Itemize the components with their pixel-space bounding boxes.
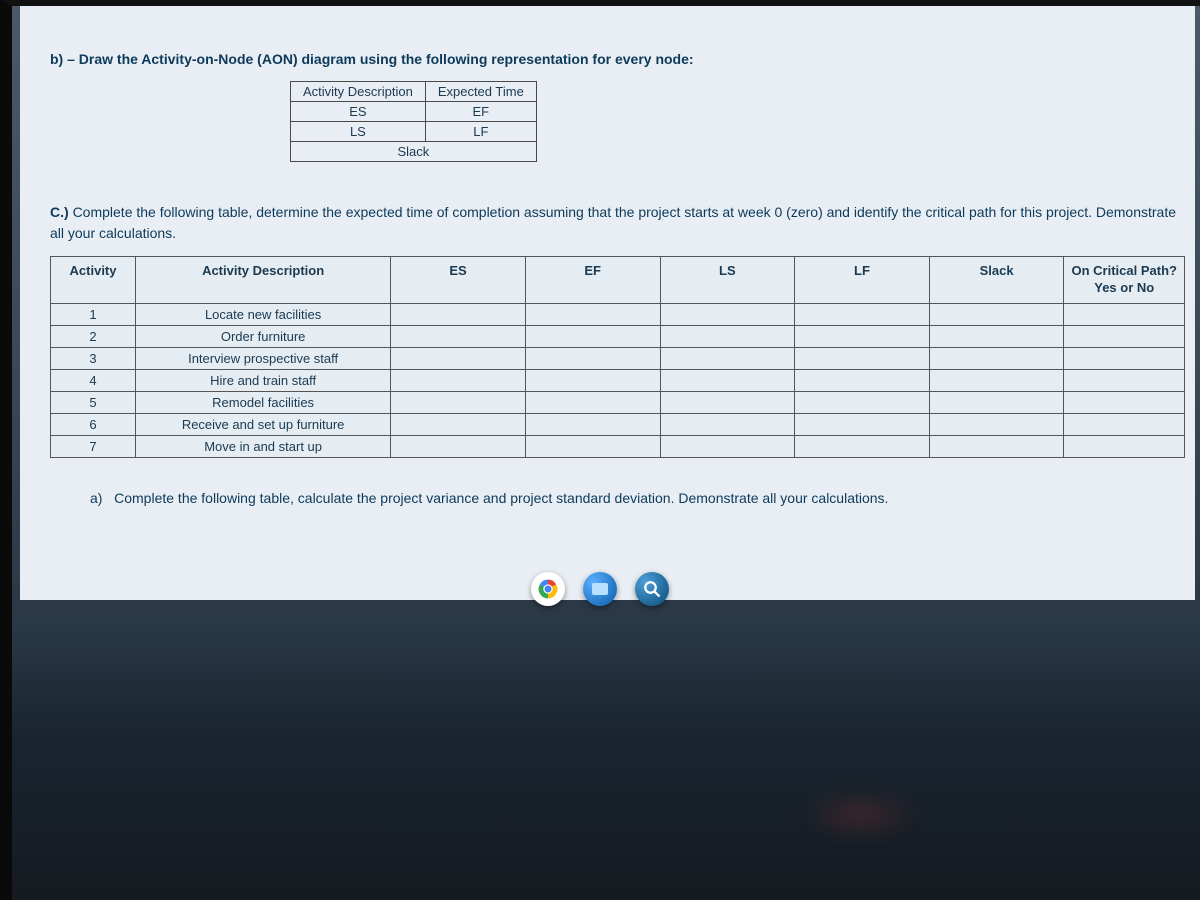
section-c-text: Complete the following table, determine … — [50, 204, 1176, 241]
cell-slack — [929, 325, 1064, 347]
cell-slack — [929, 347, 1064, 369]
legend-ls: LS — [291, 122, 426, 142]
cell-ls — [660, 303, 795, 325]
cell-ls — [660, 435, 795, 457]
cell-activity-desc: Interview prospective staff — [136, 347, 391, 369]
cell-slack — [929, 413, 1064, 435]
th-ls: LS — [660, 257, 795, 304]
section-b-heading: b) – Draw the Activity-on-Node (AON) dia… — [50, 51, 1185, 67]
section-c-label: C.) — [50, 204, 69, 220]
cell-activity-desc: Hire and train staff — [136, 369, 391, 391]
chrome-icon[interactable] — [531, 572, 565, 606]
section-a-label: a) — [90, 490, 102, 506]
table-row: 1Locate new facilities — [51, 303, 1185, 325]
cell-activity-num: 1 — [51, 303, 136, 325]
cell-ef — [525, 391, 660, 413]
cell-activity-num: 4 — [51, 369, 136, 391]
cell-lf — [795, 413, 930, 435]
cell-ef — [525, 303, 660, 325]
legend-ef: EF — [425, 102, 536, 122]
table-row: 7Move in and start up — [51, 435, 1185, 457]
section-a-text: Complete the following table, calculate … — [114, 490, 888, 506]
cell-es — [391, 391, 526, 413]
cell-ef — [525, 413, 660, 435]
cell-activity-num: 6 — [51, 413, 136, 435]
cell-slack — [929, 391, 1064, 413]
cell-es — [391, 325, 526, 347]
table-row: 5Remodel facilities — [51, 391, 1185, 413]
cell-activity-num: 5 — [51, 391, 136, 413]
cell-activity-desc: Locate new facilities — [136, 303, 391, 325]
cell-ls — [660, 347, 795, 369]
cell-lf — [795, 391, 930, 413]
legend-slack: Slack — [291, 142, 537, 162]
cell-es — [391, 435, 526, 457]
cell-ef — [525, 435, 660, 457]
section-c-heading: C.) Complete the following table, determ… — [50, 202, 1185, 244]
cell-ef — [525, 325, 660, 347]
search-icon[interactable] — [635, 572, 669, 606]
cell-es — [391, 369, 526, 391]
below-screen-area — [0, 620, 1200, 900]
cell-lf — [795, 435, 930, 457]
node-legend-table: Activity Description Expected Time ES EF… — [290, 81, 537, 162]
cell-slack — [929, 369, 1064, 391]
table-row: 6Receive and set up furniture — [51, 413, 1185, 435]
legend-activity-desc: Activity Description — [291, 82, 426, 102]
cell-activity-num: 7 — [51, 435, 136, 457]
th-ef: EF — [525, 257, 660, 304]
th-slack: Slack — [929, 257, 1064, 304]
cell-activity-desc: Remodel facilities — [136, 391, 391, 413]
cell-critical — [1064, 369, 1185, 391]
cell-lf — [795, 303, 930, 325]
cell-ef — [525, 369, 660, 391]
th-es: ES — [391, 257, 526, 304]
reflection-glow — [800, 790, 920, 840]
section-b-label: b) — [50, 51, 63, 67]
table-row: 2Order furniture — [51, 325, 1185, 347]
files-icon[interactable] — [583, 572, 617, 606]
taskbar — [517, 566, 683, 612]
cell-critical — [1064, 325, 1185, 347]
legend-lf: LF — [425, 122, 536, 142]
cell-es — [391, 413, 526, 435]
cell-critical — [1064, 435, 1185, 457]
cell-slack — [929, 303, 1064, 325]
cell-activity-num: 2 — [51, 325, 136, 347]
cell-ls — [660, 325, 795, 347]
cell-slack — [929, 435, 1064, 457]
table-row: 4Hire and train staff — [51, 369, 1185, 391]
cell-activity-desc: Move in and start up — [136, 435, 391, 457]
cell-activity-num: 3 — [51, 347, 136, 369]
table-row: 3Interview prospective staff — [51, 347, 1185, 369]
cell-critical — [1064, 413, 1185, 435]
activity-table: Activity Activity Description ES EF LS L… — [50, 256, 1185, 458]
th-lf: LF — [795, 257, 930, 304]
th-activity: Activity — [51, 257, 136, 304]
cell-es — [391, 303, 526, 325]
document-page: b) – Draw the Activity-on-Node (AON) dia… — [20, 0, 1195, 600]
cell-ls — [660, 369, 795, 391]
cell-ls — [660, 391, 795, 413]
cell-critical — [1064, 303, 1185, 325]
legend-es: ES — [291, 102, 426, 122]
th-description: Activity Description — [136, 257, 391, 304]
cell-lf — [795, 347, 930, 369]
cell-ef — [525, 347, 660, 369]
cell-activity-desc: Receive and set up furniture — [136, 413, 391, 435]
legend-expected-time: Expected Time — [425, 82, 536, 102]
cell-lf — [795, 325, 930, 347]
cell-activity-desc: Order furniture — [136, 325, 391, 347]
cell-lf — [795, 369, 930, 391]
th-critical: On Critical Path? Yes or No — [1064, 257, 1185, 304]
cell-es — [391, 347, 526, 369]
document-content: b) – Draw the Activity-on-Node (AON) dia… — [20, 21, 1195, 519]
cell-critical — [1064, 391, 1185, 413]
section-a-heading: a) Complete the following table, calcula… — [90, 488, 1185, 509]
section-b-text: – Draw the Activity-on-Node (AON) diagra… — [67, 51, 693, 67]
cell-critical — [1064, 347, 1185, 369]
cell-ls — [660, 413, 795, 435]
